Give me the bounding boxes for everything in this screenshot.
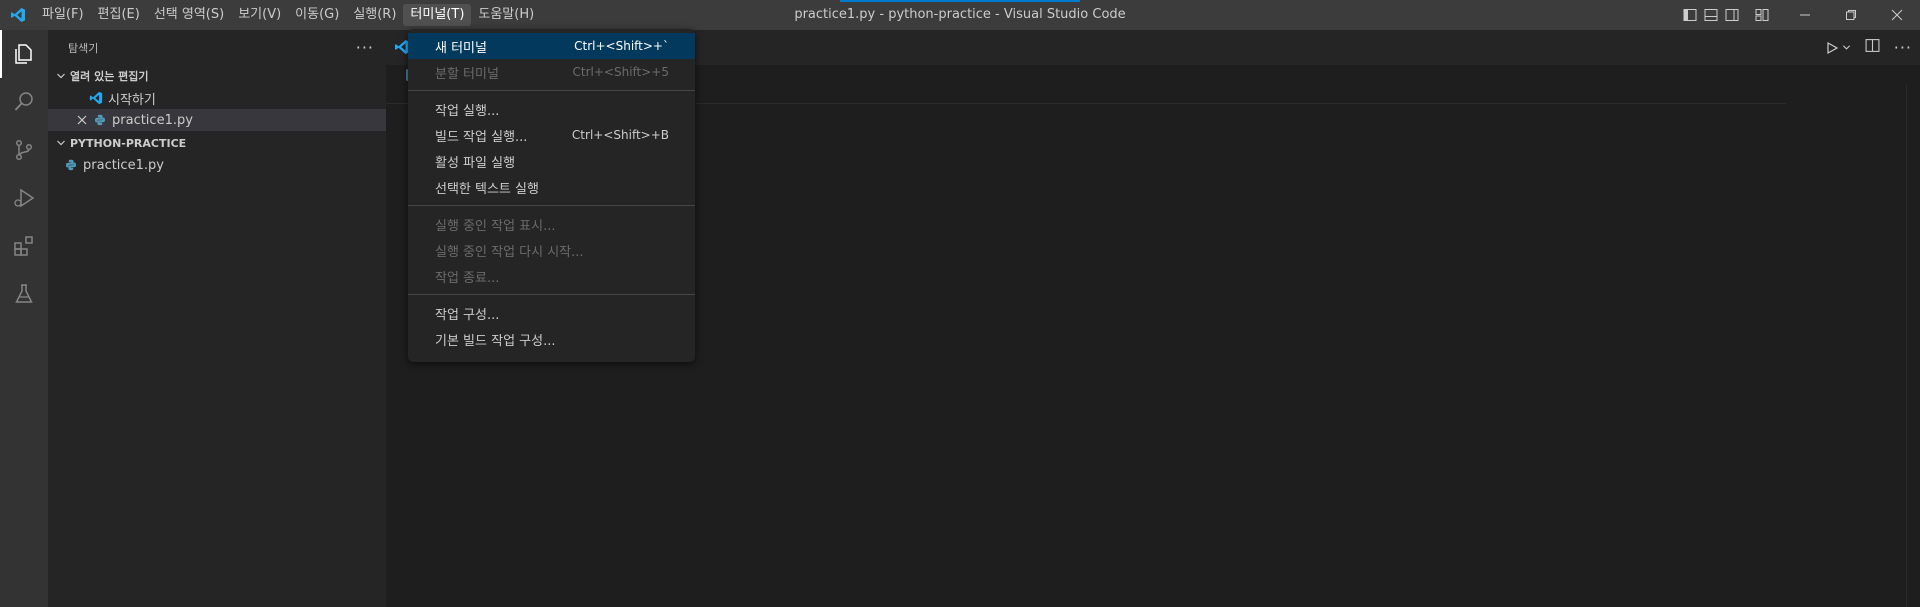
menu-separator — [408, 205, 695, 206]
menu-item-label: 작업 실행... — [435, 103, 500, 119]
menu-item-label: 실행 중인 작업 다시 시작... — [435, 244, 584, 260]
menu-item-run-active-file[interactable]: 활성 파일 실행 — [408, 148, 695, 174]
close-icon — [1891, 9, 1903, 21]
menu-item-terminate-task: 작업 종료... — [408, 263, 695, 289]
search-icon — [14, 92, 33, 111]
toggle-panel-button[interactable] — [1700, 0, 1721, 30]
testing-button[interactable] — [0, 270, 48, 318]
layout-customize-icon — [1755, 9, 1769, 21]
sidebar-header: 탐색기 ··· — [48, 30, 386, 65]
source-control-icon — [15, 139, 33, 161]
menu-item-shortcut: Ctrl+<Shift>+5 — [572, 65, 669, 79]
menu-item-label: 분할 터미널 — [435, 66, 499, 82]
menu-go[interactable]: 이동(G) — [288, 4, 346, 26]
menu-item-restart-running-task: 실행 중인 작업 다시 시작... — [408, 237, 695, 263]
extensions-icon — [14, 236, 33, 256]
menu-item-run-build-task[interactable]: 빌드 작업 실행... Ctrl+<Shift>+B — [408, 122, 695, 148]
menu-item-label: 빌드 작업 실행... — [435, 129, 528, 145]
toggle-secondary-sidebar-button[interactable] — [1721, 0, 1742, 30]
sidebar-title: 탐색기 — [68, 41, 99, 55]
menu-item-label: 선택한 텍스트 실행 — [435, 181, 539, 197]
layout-sidebar-left-icon — [1683, 9, 1696, 21]
menu-item-label: 작업 구성... — [435, 307, 500, 323]
menu-item-run-task[interactable]: 작업 실행... — [408, 96, 695, 122]
split-editor-button[interactable] — [1865, 38, 1880, 57]
menu-item-configure-tasks[interactable]: 작업 구성... — [408, 300, 695, 326]
search-button[interactable] — [0, 78, 48, 126]
editor-actions: ··· — [1825, 30, 1912, 65]
menu-item-label: 실행 중인 작업 표시... — [435, 218, 556, 234]
explorer-icon — [15, 44, 32, 64]
open-editor-item-practice1[interactable]: practice1.py — [48, 109, 386, 131]
workspace-header[interactable]: PYTHON-PRACTICE — [48, 132, 386, 154]
open-editors-label: 열려 있는 편집기 — [70, 70, 149, 83]
close-button[interactable] — [1874, 0, 1920, 30]
menu-item-label: 기본 빌드 작업 구성... — [435, 333, 556, 349]
menu-terminal[interactable]: 터미널(T) — [403, 4, 472, 26]
menu-item-label: 작업 종료... — [435, 270, 500, 286]
play-icon — [1827, 41, 1838, 54]
restore-button[interactable] — [1828, 0, 1874, 30]
close-icon[interactable] — [74, 112, 90, 128]
title-bar: 파일(F) 편집(E) 선택 영역(S) 보기(V) 이동(G) 실행(R) 터… — [0, 0, 1920, 30]
minimize-icon — [1800, 14, 1810, 16]
explorer-sidebar: 탐색기 ··· 열려 있는 편집기 시작하기 practice1.py PYTH… — [48, 30, 386, 607]
run-debug-icon — [14, 188, 35, 208]
menu-item-configure-default-build-task[interactable]: 기본 빌드 작업 구성... — [408, 326, 695, 352]
menu-item-run-selected-text[interactable]: 선택한 텍스트 실행 — [408, 174, 695, 200]
open-editor-item-welcome[interactable]: 시작하기 — [48, 87, 386, 109]
chevron-down-icon — [1842, 45, 1850, 50]
workspace-label: PYTHON-PRACTICE — [70, 136, 187, 150]
python-file-icon — [92, 112, 108, 128]
open-editor-label: practice1.py — [112, 112, 193, 128]
minimize-button[interactable] — [1782, 0, 1828, 30]
menu-item-label: 새 터미널 — [435, 40, 487, 56]
layout-sidebar-right-icon — [1725, 9, 1738, 21]
chevron-down-icon — [52, 71, 70, 81]
menu-separator — [408, 294, 695, 295]
explorer-button[interactable] — [0, 30, 48, 78]
menu-edit[interactable]: 편집(E) — [91, 4, 147, 26]
editor-scrollbar[interactable] — [1906, 85, 1920, 607]
menu-item-shortcut: Ctrl+<Shift>+` — [574, 39, 669, 53]
python-file-icon — [63, 157, 79, 173]
menu-run[interactable]: 실행(R) — [346, 4, 403, 26]
title-controls — [1679, 0, 1920, 30]
file-label: practice1.py — [83, 157, 164, 173]
menu-help[interactable]: 도움말(H) — [471, 4, 541, 26]
run-python-file-button[interactable] — [1825, 41, 1851, 55]
layout-panel-icon — [1704, 9, 1717, 21]
more-actions-button[interactable]: ··· — [1894, 38, 1912, 57]
activity-bar — [0, 30, 48, 607]
toggle-primary-sidebar-button[interactable] — [1679, 0, 1700, 30]
source-control-button[interactable] — [0, 126, 48, 174]
terminal-menu-dropdown: 새 터미널 Ctrl+<Shift>+` 분할 터미널 Ctrl+<Shift>… — [408, 29, 695, 362]
menu-item-show-running-tasks: 실행 중인 작업 표시... — [408, 211, 695, 237]
chevron-down-icon — [52, 138, 70, 148]
menu-item-shortcut: Ctrl+<Shift>+B — [571, 128, 669, 142]
file-item-practice1[interactable]: practice1.py — [48, 154, 386, 176]
open-editors-header[interactable]: 열려 있는 편집기 — [48, 65, 386, 87]
menu-item-label: 활성 파일 실행 — [435, 155, 516, 171]
vscode-logo-icon — [88, 90, 104, 106]
customize-layout-button[interactable] — [1742, 0, 1782, 30]
menu-selection[interactable]: 선택 영역(S) — [147, 4, 231, 26]
split-editor-icon — [1865, 39, 1880, 52]
menu-file[interactable]: 파일(F) — [35, 4, 91, 26]
extensions-button[interactable] — [0, 222, 48, 270]
more-actions-icon: ··· — [1893, 38, 1912, 57]
menu-bar: 파일(F) 편집(E) 선택 영역(S) 보기(V) 이동(G) 실행(R) 터… — [35, 0, 541, 30]
testing-icon — [15, 284, 33, 303]
menu-item-split-terminal: 분할 터미널 Ctrl+<Shift>+5 — [408, 59, 695, 85]
vscode-logo-icon — [0, 0, 35, 30]
menu-separator — [408, 90, 695, 91]
title-progress-bar — [840, 0, 1080, 2]
restore-icon — [1846, 10, 1856, 20]
run-debug-button[interactable] — [0, 174, 48, 222]
menu-item-new-terminal[interactable]: 새 터미널 Ctrl+<Shift>+` — [408, 33, 695, 59]
open-editor-label: 시작하기 — [108, 92, 156, 108]
menu-view[interactable]: 보기(V) — [231, 4, 288, 26]
more-actions-icon[interactable]: ··· — [356, 38, 374, 57]
